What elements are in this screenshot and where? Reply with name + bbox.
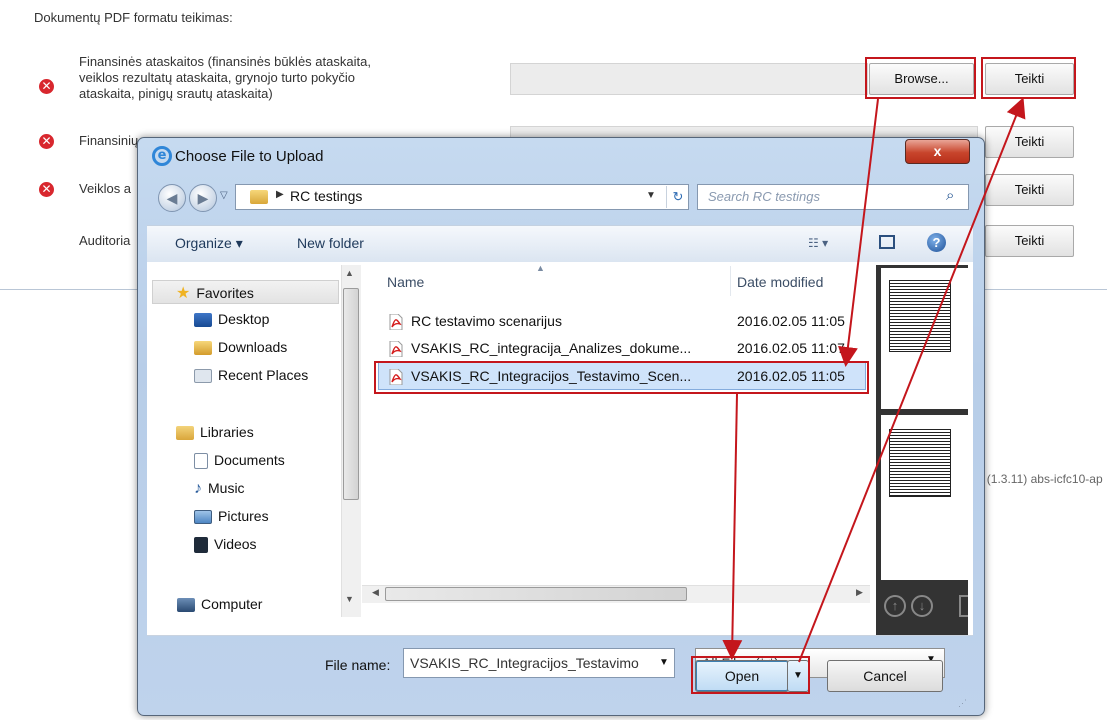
annotation-arrows xyxy=(722,97,1026,663)
arrow-browse-to-file xyxy=(837,98,879,367)
arrow-open-to-submit xyxy=(798,97,1026,663)
arrow-file-to-open xyxy=(722,393,743,660)
